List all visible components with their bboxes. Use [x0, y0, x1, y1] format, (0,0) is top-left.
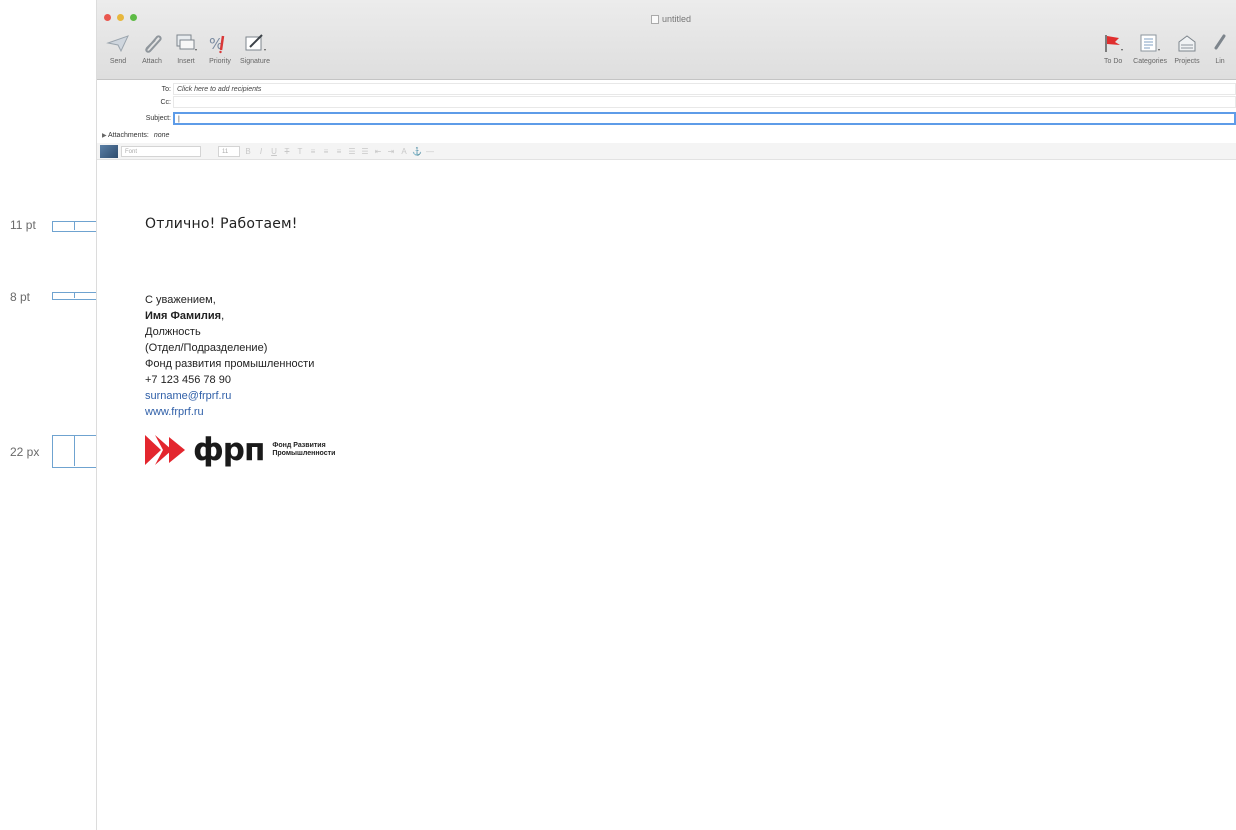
underline-button[interactable]: U	[269, 147, 279, 156]
horizontal-rule-icon[interactable]: —	[425, 147, 435, 156]
format-bar: Font 11 B I U T T ≡ ≡ ≡ ☰ ☰ ⇤ ⇥ A ⚓ —	[97, 143, 1236, 160]
toolbar: untitled Send Attach Insert % Priority S…	[97, 0, 1236, 80]
indent-icon[interactable]: ⇤	[373, 147, 383, 156]
window-title: untitled	[651, 14, 691, 24]
annotation-signature-size: 8 pt	[10, 290, 31, 304]
insert-icon	[173, 30, 199, 56]
priority-icon: %	[207, 30, 233, 56]
stationery-thumbnail[interactable]	[100, 144, 118, 158]
send-button[interactable]: Send	[101, 30, 135, 65]
toolbar-right-group: To Do Categories Projects Lin	[1096, 30, 1236, 65]
insert-button[interactable]: Insert	[169, 30, 203, 65]
to-label: To:	[161, 85, 171, 93]
window-title-text: untitled	[662, 14, 692, 24]
signature-email-link[interactable]: surname@frprf.ru	[145, 390, 231, 402]
signature-phone: +7 123 456 78 90	[145, 374, 231, 386]
annotation-logo-height: 22 px	[10, 445, 40, 459]
priority-button[interactable]: % Priority	[203, 30, 237, 65]
signature-line1: С уважением,	[145, 294, 216, 306]
italic-button[interactable]: I	[256, 147, 266, 156]
disclosure-triangle-icon[interactable]: ▶	[102, 132, 107, 139]
cc-row: Cc:	[97, 96, 1236, 108]
window-controls	[104, 14, 137, 21]
font-select[interactable]: Font	[121, 145, 201, 157]
signature-position: Должность	[145, 326, 201, 338]
bullet-list-icon[interactable]: ☰	[347, 147, 357, 156]
frp-logo: фрп Фонд Развития Промышленности	[145, 432, 335, 468]
minimize-window-button[interactable]	[117, 14, 124, 21]
text-style-icon[interactable]: A	[399, 147, 409, 156]
attachments-value: none	[153, 131, 170, 139]
annotation-greeting-size: 11 pt	[10, 218, 36, 232]
cc-field[interactable]	[173, 96, 1236, 108]
logo-subtitle: Фонд Развития Промышленности	[272, 442, 336, 457]
cc-label: Cc:	[160, 98, 172, 106]
signature-name-line: Имя Фамилия,	[145, 310, 225, 322]
logo-wordmark: фрп	[193, 432, 265, 468]
align-center-icon[interactable]: ≡	[321, 147, 331, 156]
outdent-icon[interactable]: ⇥	[386, 147, 396, 156]
categories-button[interactable]: Categories	[1130, 30, 1170, 65]
attachments-row: ▶ Attachments: none	[97, 129, 1236, 141]
strikethrough-button[interactable]: T	[282, 147, 292, 156]
message-greeting[interactable]: Отлично! Работаем!	[145, 216, 298, 232]
signature-site-link[interactable]: www.frprf.ru	[145, 406, 204, 418]
subject-field[interactable]: |	[173, 112, 1236, 125]
logo-arrows-icon	[145, 435, 185, 465]
attach-button[interactable]: Attach	[135, 30, 169, 65]
document-icon	[651, 14, 659, 24]
align-left-icon[interactable]: ≡	[308, 147, 318, 156]
paperclip-icon	[139, 30, 165, 56]
flag-icon	[1100, 30, 1126, 56]
email-signature[interactable]: С уважением, Имя Фамилия, Должность (Отд…	[145, 292, 314, 420]
font-size-select[interactable]: 11	[218, 145, 240, 157]
attachments-label: Attachments:	[108, 131, 149, 139]
annotation-signature-bracket-tick	[74, 292, 75, 298]
to-row: To: Click here to add recipients	[97, 83, 1236, 95]
link-icon[interactable]: ⚓	[412, 147, 422, 156]
signature-name: Имя Фамилия	[145, 310, 222, 322]
toolbar-left-group: Send Attach Insert % Priority Signature	[101, 30, 273, 65]
link-button[interactable]: Lin	[1204, 30, 1236, 65]
signature-button[interactable]: Signature	[237, 30, 273, 65]
categories-icon	[1137, 30, 1163, 56]
align-right-icon[interactable]: ≡	[334, 147, 344, 156]
signature-org: Фонд развития промышленности	[145, 358, 315, 370]
subject-row: Subject: |	[97, 112, 1236, 125]
signature-department: (Отдел/Подразделение)	[145, 342, 268, 354]
subject-label: Subject:	[145, 114, 171, 122]
annotation-greeting-bracket-tick	[74, 221, 75, 230]
link-icon	[1207, 30, 1233, 56]
bold-button[interactable]: B	[243, 147, 253, 156]
todo-button[interactable]: To Do	[1096, 30, 1130, 65]
annotation-logo-bracket-tick	[74, 435, 75, 466]
close-window-button[interactable]	[104, 14, 111, 21]
projects-icon	[1174, 30, 1200, 56]
projects-button[interactable]: Projects	[1170, 30, 1204, 65]
signature-icon	[242, 30, 268, 56]
to-field[interactable]: Click here to add recipients	[173, 83, 1236, 95]
text-color-button[interactable]: T	[295, 147, 305, 156]
numbered-list-icon[interactable]: ☰	[360, 147, 370, 156]
zoom-window-button[interactable]	[130, 14, 137, 21]
send-icon	[105, 30, 131, 56]
